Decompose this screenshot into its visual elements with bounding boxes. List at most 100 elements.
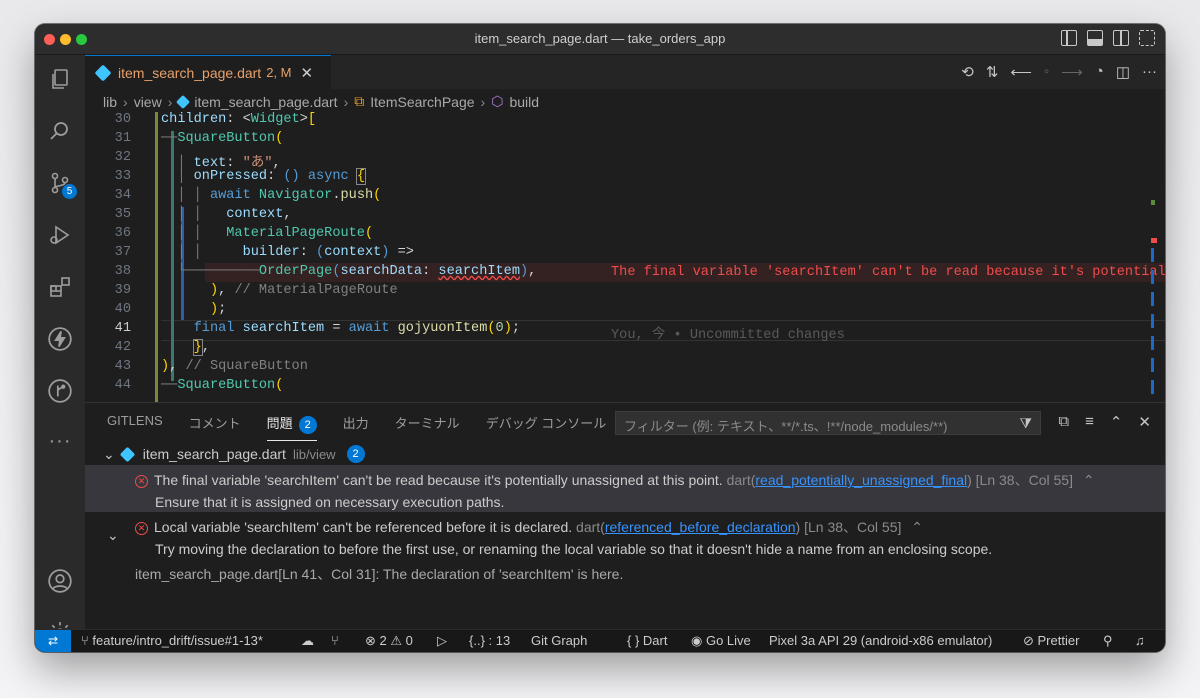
dart-file-icon <box>176 94 191 109</box>
chevron-down-icon[interactable]: ⌄ <box>107 527 119 544</box>
bracket-status[interactable]: {..} : 13 <box>469 633 510 648</box>
toggle-panel-icon[interactable] <box>1087 30 1103 46</box>
run-debug-icon[interactable] <box>46 221 74 249</box>
prettier-status[interactable]: ⊘ Prettier <box>1023 633 1079 649</box>
code-line: ), // SquareButton <box>161 359 308 374</box>
chevron-up-icon[interactable]: ⌃ <box>911 519 923 535</box>
line-number: 44 <box>114 378 131 393</box>
problem-2-source-end: ) <box>795 519 801 535</box>
remote-indicator-icon[interactable]: ⇄ <box>35 630 71 652</box>
next-change-icon[interactable]: ⟶ <box>1061 63 1083 81</box>
code-editor[interactable]: 30 31 32 33 34 35 36 37 38 39 40 41 42 4… <box>85 112 1165 402</box>
chevron-up-icon[interactable]: ⌃ <box>1083 472 1095 488</box>
git-graph-status[interactable]: Git Graph <box>531 633 587 648</box>
more-icon[interactable]: ··· <box>46 427 74 455</box>
branch-status[interactable]: ⑂ feature/intro_drift/issue#1-13* <box>81 633 263 648</box>
breadcrumb: lib › view › item_search_page.dart › ⧉ I… <box>103 93 539 110</box>
language-mode[interactable]: { } Dart <box>627 633 667 648</box>
previous-change-icon[interactable]: ⟵ <box>1010 63 1032 81</box>
toggle-secondary-sidebar-icon[interactable] <box>1113 30 1129 46</box>
status-bar: ⇄ ⑂ feature/intro_drift/issue#1-13* ☁ ⑂ … <box>35 629 1165 652</box>
code-line: │ onPressed: () async { <box>161 168 367 185</box>
close-icon[interactable]: ✕ <box>301 64 314 82</box>
explorer-icon[interactable] <box>46 65 74 93</box>
problem-1-code-link[interactable]: read_potentially_unassigned_final <box>755 472 967 488</box>
panel-actions: ⧉ ≡ ⌃ ✕ <box>1058 413 1151 431</box>
tab-problems[interactable]: 問題 2 <box>266 413 317 441</box>
timeline-history-icon[interactable]: ⟲ <box>961 63 974 81</box>
chevron-down-icon[interactable]: ⌄ <box>103 446 115 463</box>
commit-icon[interactable]: ◦ <box>1044 63 1049 81</box>
go-live-label: Go Live <box>705 633 751 648</box>
breadcrumb-lib[interactable]: lib <box>103 94 117 110</box>
tab-debug-console[interactable]: デバッグ コンソール <box>486 413 607 441</box>
account-icon[interactable] <box>46 567 74 595</box>
branch-icon: ⑂ <box>81 633 93 648</box>
problems-count-badge: 2 <box>298 416 317 434</box>
problem-2-hint: Try moving the declaration to before the… <box>155 541 993 557</box>
problem-1-message: The final variable 'searchItem' can't be… <box>154 472 723 488</box>
problem-2-line[interactable]: ✕ Local variable 'searchItem' can't be re… <box>135 517 923 537</box>
gitgraph-icon[interactable] <box>46 377 74 405</box>
line-number: 40 <box>114 302 131 317</box>
problem-2-code-link[interactable]: referenced_before_declaration <box>605 519 796 535</box>
line-number: 35 <box>114 207 131 222</box>
problem-file-path: lib/view <box>292 446 336 462</box>
code-line: children: <Widget>[ <box>161 112 317 127</box>
problem-file-row[interactable]: ⌄ item_search_page.dart lib/view 2 <box>103 445 365 463</box>
breadcrumb-class[interactable]: ItemSearchPage <box>370 94 474 110</box>
source-control-icon[interactable]: 5 <box>46 169 77 199</box>
toggle-primary-sidebar-icon[interactable] <box>1061 30 1077 46</box>
tab-comments[interactable]: コメント <box>189 413 241 441</box>
customize-layout-icon[interactable] <box>1139 30 1155 46</box>
tab-terminal[interactable]: ターミナル <box>395 413 460 441</box>
breadcrumb-method[interactable]: build <box>509 94 539 110</box>
sync-icon[interactable]: ☁ <box>301 633 314 649</box>
problem-2-related[interactable]: item_search_page.dart[Ln 41、Col 31]: The… <box>135 564 623 584</box>
git-blame-annotation: You, 今 • Uncommitted changes <box>611 328 845 343</box>
line-number: 42 <box>114 340 131 355</box>
editor-tab-bar: item_search_page.dart 2, M ✕ ⟲ ⇅ ⟵ ◦ ⟶ ◔… <box>85 55 1165 89</box>
feedback-icon[interactable]: ⚲ <box>1103 633 1113 649</box>
problem-file-name: item_search_page.dart <box>142 446 286 462</box>
extensions-icon[interactable] <box>46 273 74 301</box>
run-icon[interactable]: ▷ <box>437 633 447 649</box>
line-number: 33 <box>114 169 131 184</box>
problems-status[interactable]: ⊗ 2 ⚠ 0 <box>365 633 413 649</box>
tab-gitlens[interactable]: GITLENS <box>107 413 163 441</box>
close-panel-icon[interactable]: ✕ <box>1138 413 1151 431</box>
filter-icon[interactable]: ⧩ <box>1020 415 1033 432</box>
breadcrumb-view[interactable]: view <box>134 94 162 110</box>
more-actions-icon[interactable]: ··· <box>1142 63 1157 81</box>
tab-filename: item_search_page.dart <box>118 64 262 81</box>
chevron-right-icon: › <box>167 93 173 110</box>
search-icon[interactable] <box>46 117 74 145</box>
overview-ruler[interactable] <box>1151 200 1157 402</box>
maximize-panel-icon[interactable]: ⌃ <box>1110 413 1123 431</box>
breadcrumb-file[interactable]: item_search_page.dart <box>194 94 337 110</box>
split-editor-icon[interactable]: ◫ <box>1116 63 1130 81</box>
line-number: 38 <box>114 264 131 279</box>
dart-devtools-icon[interactable]: ◔ <box>1095 63 1104 81</box>
problem-file-count: 2 <box>346 445 365 463</box>
device-selector[interactable]: Pixel 3a API 29 (android-x86 emulator) <box>769 633 992 648</box>
tab-item-search-page[interactable]: item_search_page.dart 2, M ✕ <box>85 55 331 89</box>
view-as-list-icon[interactable]: ≡ <box>1085 413 1094 431</box>
compare-changes-icon[interactable]: ⇅ <box>986 63 999 81</box>
activity-bar: 5 ··· <box>35 55 85 644</box>
lightning-icon[interactable] <box>46 325 74 353</box>
line-number: 41 <box>114 321 131 336</box>
code-line: final searchItem = await gojyuonItem(0); <box>193 321 521 336</box>
tab-output[interactable]: 出力 <box>343 413 369 441</box>
error-icon: ✕ <box>135 475 148 488</box>
chevron-right-icon: › <box>343 93 349 110</box>
pull-request-icon[interactable]: ⑂ <box>331 633 339 648</box>
code-line: ──SquareButton( <box>161 131 284 146</box>
problem-1-source-end: ) <box>967 472 972 488</box>
collapse-all-icon[interactable]: ⧉ <box>1058 413 1069 431</box>
indent-guide <box>155 112 158 402</box>
notifications-bell-icon[interactable]: ♫ <box>1135 633 1145 648</box>
go-live-status[interactable]: ◉ Go Live <box>691 633 751 649</box>
problem-1-location: [Ln 38、Col 55] <box>975 472 1073 488</box>
problems-filter-input[interactable]: フィルター (例: テキスト、**/*.ts、!**/node_modules/… <box>615 411 1041 435</box>
